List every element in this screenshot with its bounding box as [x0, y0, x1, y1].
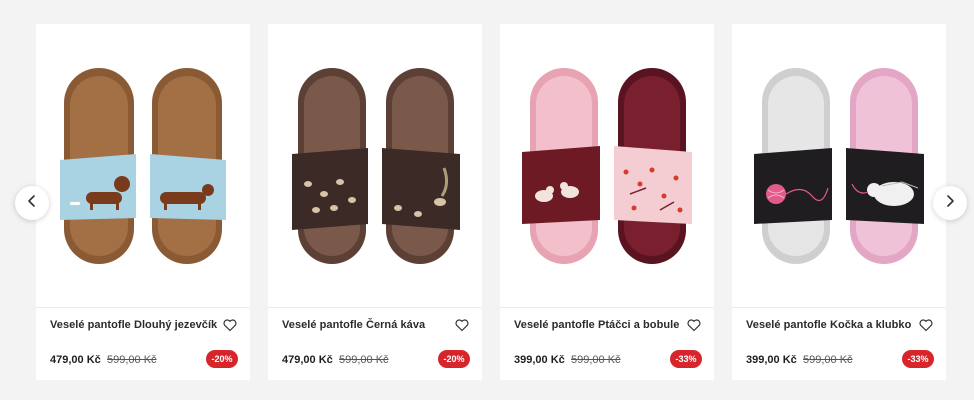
- carousel-prev-button[interactable]: [15, 186, 49, 220]
- chevron-right-icon: [943, 194, 957, 213]
- card-divider: [268, 307, 482, 308]
- product-card[interactable]: Veselé pantofle Ptáčci a bobule 399,00 K…: [500, 24, 714, 380]
- chevron-left-icon: [25, 194, 39, 213]
- card-divider: [500, 307, 714, 308]
- product-price: 479,00 Kč: [282, 354, 333, 366]
- product-price: 399,00 Kč: [514, 354, 565, 366]
- product-image[interactable]: [36, 24, 250, 307]
- product-name[interactable]: Veselé pantofle Ptáčci a bobule: [514, 319, 689, 331]
- card-divider: [732, 307, 946, 308]
- original-price: 599,00 Kč: [803, 354, 853, 366]
- original-price: 599,00 Kč: [339, 354, 389, 366]
- product-carousel: Veselé pantofle Dlouhý jezevčík 479,00 K…: [0, 0, 974, 400]
- product-card[interactable]: Veselé pantofle Dlouhý jezevčík 479,00 K…: [36, 24, 250, 380]
- original-price: 599,00 Kč: [107, 354, 157, 366]
- discount-badge: -20%: [438, 350, 470, 368]
- product-name[interactable]: Veselé pantofle Dlouhý jezevčík: [50, 319, 225, 331]
- discount-badge: -33%: [670, 350, 702, 368]
- product-name[interactable]: Veselé pantofle Černá káva: [282, 319, 457, 331]
- heart-icon[interactable]: [222, 317, 238, 333]
- heart-icon[interactable]: [918, 317, 934, 333]
- product-name[interactable]: Veselé pantofle Kočka a klubko: [746, 319, 921, 331]
- product-image[interactable]: [500, 24, 714, 307]
- heart-icon[interactable]: [686, 317, 702, 333]
- original-price: 599,00 Kč: [571, 354, 621, 366]
- product-image[interactable]: [268, 24, 482, 307]
- product-image[interactable]: [732, 24, 946, 307]
- product-card[interactable]: Veselé pantofle Kočka a klubko 399,00 Kč…: [732, 24, 946, 380]
- product-card[interactable]: Veselé pantofle Černá káva 479,00 Kč 599…: [268, 24, 482, 380]
- heart-icon[interactable]: [454, 317, 470, 333]
- discount-badge: -33%: [902, 350, 934, 368]
- carousel-next-button[interactable]: [933, 186, 967, 220]
- card-divider: [36, 307, 250, 308]
- discount-badge: -20%: [206, 350, 238, 368]
- product-price: 399,00 Kč: [746, 354, 797, 366]
- product-price: 479,00 Kč: [50, 354, 101, 366]
